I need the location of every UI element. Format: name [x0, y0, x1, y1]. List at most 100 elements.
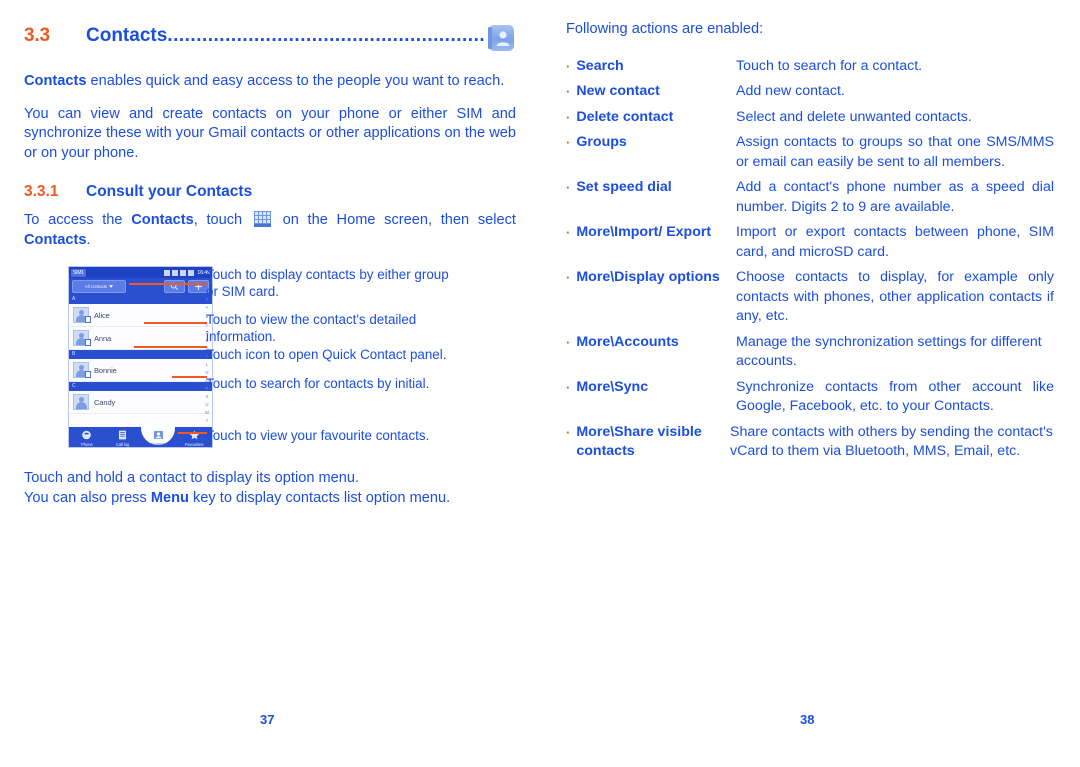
- action-row: · Set speed dial Add a contact's phone nu…: [566, 178, 1054, 217]
- phone-action-bar: All contacts: [69, 278, 212, 295]
- contact-list-item[interactable]: Bonnie: [69, 359, 212, 382]
- vibrate-icon: [164, 269, 171, 276]
- callout-favourites: Touch to view your favourite contacts.: [206, 428, 430, 443]
- section-number: 3.3: [24, 25, 50, 46]
- access-bold-1: Contacts: [131, 212, 194, 228]
- action-term-label: Search: [576, 57, 624, 74]
- action-description: Touch to search for a contact.: [736, 57, 923, 74]
- closing-line-2: You can also press Menu key to display c…: [24, 489, 516, 509]
- contact-avatar[interactable]: [73, 394, 89, 410]
- callout-group-sim: Touch to display contacts by either grou…: [206, 267, 449, 299]
- search-button[interactable]: [164, 280, 185, 293]
- tab-label: Favourites: [184, 442, 204, 447]
- action-description: Add a contact's phone number as a speed …: [736, 179, 1054, 215]
- list-section-header: C: [69, 382, 212, 391]
- intro-paragraph-2: You can view and create contacts on your…: [24, 105, 516, 161]
- subsection-title: Consult your Contacts: [86, 183, 253, 200]
- callout-contact-detail: Touch to view the contact's detailed inf…: [206, 312, 417, 344]
- phone-tab-bar[interactable]: Phone Call log Contacts Favourites: [69, 423, 212, 447]
- intro-paragraph-1-rest: enables quick and easy access to the peo…: [86, 73, 505, 89]
- action-description: Share contacts with others by sending th…: [730, 423, 1053, 460]
- tab-contacts[interactable]: Contacts: [141, 423, 177, 447]
- action-row: · More\Sync Synchronize contacts from oth…: [566, 378, 1054, 417]
- action-term: · More\Sync: [566, 378, 736, 398]
- bullet-icon: ·: [566, 84, 571, 99]
- intro-paragraph-1: Contacts enables quick and easy access t…: [24, 72, 516, 92]
- action-term-label: New contact: [576, 83, 660, 99]
- sim-badge-icon: [85, 316, 91, 323]
- signal-icon: [180, 269, 187, 276]
- callout-leader-line: [172, 376, 207, 378]
- tab-phone[interactable]: Phone: [69, 427, 105, 447]
- alpha-index-letter: L: [205, 361, 209, 367]
- chevron-down-icon: [109, 285, 114, 288]
- action-term-label: More\Import/ Export: [576, 224, 712, 240]
- closing-text-b: key to display contacts list option menu…: [188, 489, 451, 506]
- bullet-icon: ·: [566, 379, 571, 395]
- access-text-3: on the Home screen, then select: [273, 212, 516, 228]
- alpha-index-letter: W: [205, 409, 209, 415]
- callout-leader-line: [134, 346, 207, 348]
- phone-icon: [81, 430, 92, 440]
- tab-label: Phone: [81, 442, 93, 447]
- call-log-icon: [117, 430, 128, 440]
- access-text-1: To access the: [24, 212, 132, 228]
- page-right: Following actions are enabled: · Search T…: [540, 0, 1080, 767]
- action-row: · More\Accounts Manage the synchronizatio…: [566, 333, 1054, 372]
- contacts-app-icon: [486, 23, 516, 53]
- section-title: Contacts: [86, 25, 168, 46]
- app-grid-icon: [253, 211, 271, 227]
- contact-name: Bonnie: [94, 365, 117, 375]
- contacts-bold-term: Contacts: [24, 73, 87, 89]
- bullet-icon: ·: [566, 334, 571, 350]
- callout-quick-contact: Touch icon to open Quick Contact panel.: [206, 347, 447, 362]
- contacts-group-spinner[interactable]: All contacts: [72, 280, 126, 293]
- sim-badge-icon: [85, 371, 91, 378]
- page-left: 3.3 Contacts ...........................…: [0, 0, 540, 767]
- spinner-label: All contacts: [84, 284, 108, 289]
- page-number-left: 37: [260, 712, 275, 727]
- contacts-icon: [153, 430, 164, 440]
- contact-avatar[interactable]: [73, 307, 91, 323]
- bullet-icon: ·: [566, 225, 571, 240]
- contact-name: Alice: [94, 310, 110, 320]
- bullet-icon: ·: [566, 424, 571, 440]
- right-column-content: Following actions are enabled: · Search T…: [566, 20, 1054, 468]
- list-section-header: A: [69, 295, 212, 304]
- subsection-heading: 3.3.1 Consult your Contacts: [24, 183, 516, 201]
- action-term: · More\Import/ Export: [566, 223, 736, 243]
- action-row: · Search Touch to search for a contact.: [566, 57, 1054, 77]
- tab-call-log[interactable]: Call log: [105, 427, 141, 447]
- battery-icon: [188, 269, 195, 276]
- action-term-label: Set speed dial: [576, 179, 672, 195]
- section-heading: 3.3 Contacts ...........................…: [24, 22, 516, 60]
- action-term-label: Groups: [576, 134, 627, 150]
- action-description: Assign contacts to groups so that one SM…: [736, 134, 1054, 170]
- signal-icon: [172, 269, 179, 276]
- callout-search-initial: Touch to search for contacts by initial.: [206, 376, 430, 391]
- avatar-body: [75, 402, 87, 409]
- contacts-list[interactable]: A Alice Anna B Bonnie C Candy # A B C D …: [69, 295, 212, 427]
- bullet-icon: ·: [566, 109, 571, 125]
- access-instructions: To access the Contacts, touch on the Hom…: [24, 211, 516, 250]
- phone-status-bar: SIM1 16:49: [69, 267, 212, 278]
- contact-avatar[interactable]: [73, 362, 91, 378]
- phone-screenshot: SIM1 16:49 All contacts A Alice Anna B B…: [68, 266, 213, 448]
- action-term: · Groups: [566, 133, 736, 153]
- action-row: · New contact Add new contact.: [566, 82, 1054, 102]
- contact-avatar[interactable]: [73, 330, 91, 346]
- action-description: Import or export contacts between phone,…: [736, 224, 1054, 260]
- tab-label: Call log: [116, 442, 130, 447]
- action-row: · More\Share visible contacts Share conta…: [566, 423, 1054, 462]
- subsection-number: 3.3.1: [24, 183, 59, 200]
- action-term-label: More\Share visible contacts: [576, 423, 702, 460]
- contact-name: Anna: [94, 333, 112, 343]
- list-section-header: B: [69, 350, 212, 359]
- tab-label: Contacts: [150, 442, 167, 447]
- closing-line-1: Touch and hold a contact to display its …: [24, 470, 360, 486]
- actions-definition-list: · Search Touch to search for a contact. ·…: [566, 57, 1054, 462]
- contact-list-item[interactable]: Candy: [69, 391, 212, 414]
- bullet-icon: ·: [566, 180, 571, 195]
- alpha-index-letter: Y: [205, 417, 209, 423]
- menu-key-bold: Menu: [150, 489, 189, 506]
